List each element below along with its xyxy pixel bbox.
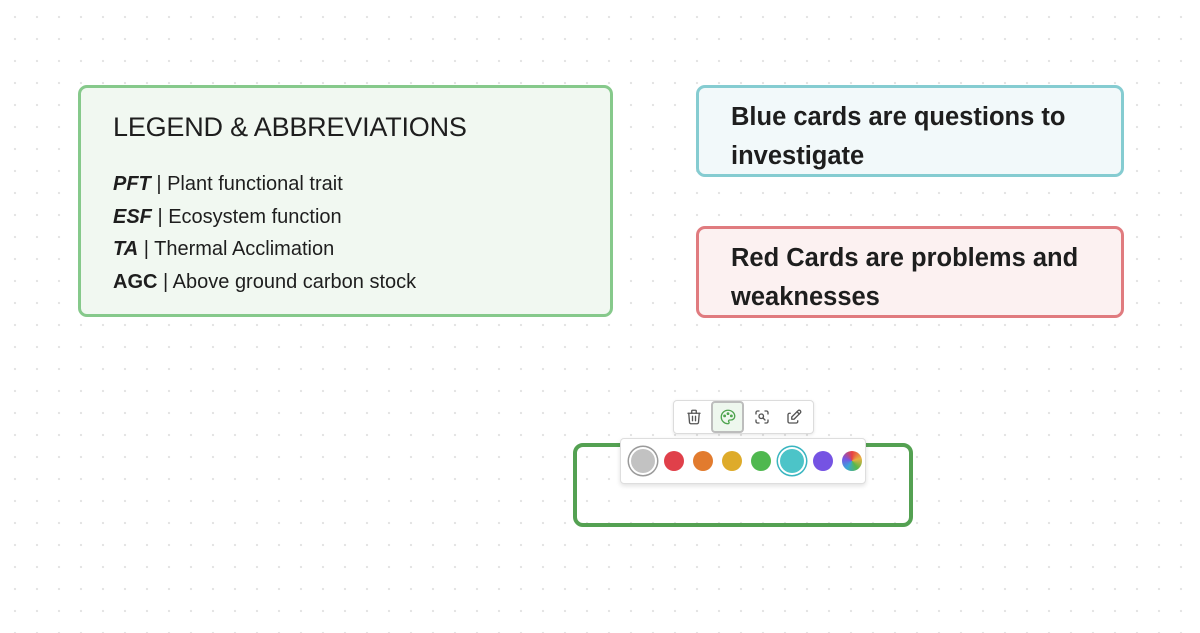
abbr-ta: TA (113, 238, 139, 260)
blue-card-line-2: investigate (731, 141, 865, 170)
swatch-green[interactable] (751, 451, 771, 471)
legend-separator: | (138, 238, 155, 260)
zoom-to-card-button[interactable] (747, 403, 776, 431)
edit-button[interactable] (779, 403, 808, 431)
swatch-teal[interactable] (780, 449, 804, 473)
card-toolbar (673, 400, 814, 434)
red-card-text: Red Cards are problems and weaknesses (731, 239, 1089, 316)
legend-row-pft: PFT | Plant functional trait (113, 168, 578, 201)
trash-icon (686, 409, 701, 425)
red-info-card[interactable]: Red Cards are problems and weaknesses (696, 226, 1124, 318)
delete-button[interactable] (679, 403, 708, 431)
legend-description: Ecosystem function (168, 205, 342, 228)
abbr-esf: ESF (113, 205, 152, 228)
blue-card-line-1: Blue cards are questions to (731, 103, 1066, 131)
legend-row-ta: TA | Thermal Acclimation (113, 233, 578, 266)
legend-separator: | (151, 205, 169, 228)
swatch-purple[interactable] (813, 451, 833, 471)
legend-separator: | (157, 270, 173, 293)
swatch-gray[interactable] (631, 449, 655, 473)
legend-description: Above ground carbon stock (172, 270, 417, 293)
legend-title: LEGEND & ABBREVIATIONS (113, 112, 467, 142)
legend-separator: | (150, 173, 168, 195)
swatch-red[interactable] (664, 451, 684, 471)
abbr-agc: AGC (113, 270, 158, 293)
swatch-orange[interactable] (693, 451, 713, 471)
red-card-line-1: Red Cards are problems and (731, 244, 1079, 272)
edit-icon (786, 409, 801, 424)
focus-search-icon (754, 410, 769, 424)
color-palette (620, 438, 866, 484)
legend-description: Plant functional trait (167, 173, 343, 195)
legend-card[interactable]: LEGEND & ABBREVIATIONS PFT | Plant funct… (78, 85, 613, 317)
color-button[interactable] (711, 401, 744, 433)
legend-list: PFT | Plant functional trait ESF | Ecosy… (113, 168, 578, 298)
legend-row-agc: AGC | Above ground carbon stock (113, 266, 578, 299)
abbr-pft: PFT (113, 173, 151, 195)
red-card-line-2: weaknesses (731, 282, 880, 311)
palette-icon (720, 409, 735, 425)
blue-info-card[interactable]: Blue cards are questions to investigate (696, 85, 1124, 177)
legend-row-esf: ESF | Ecosystem function (113, 201, 578, 234)
legend-description: Thermal Acclimation (154, 238, 335, 260)
blue-card-text: Blue cards are questions to investigate (731, 98, 1089, 175)
swatch-yellow[interactable] (722, 451, 742, 471)
swatch-custom-color[interactable] (842, 451, 862, 471)
